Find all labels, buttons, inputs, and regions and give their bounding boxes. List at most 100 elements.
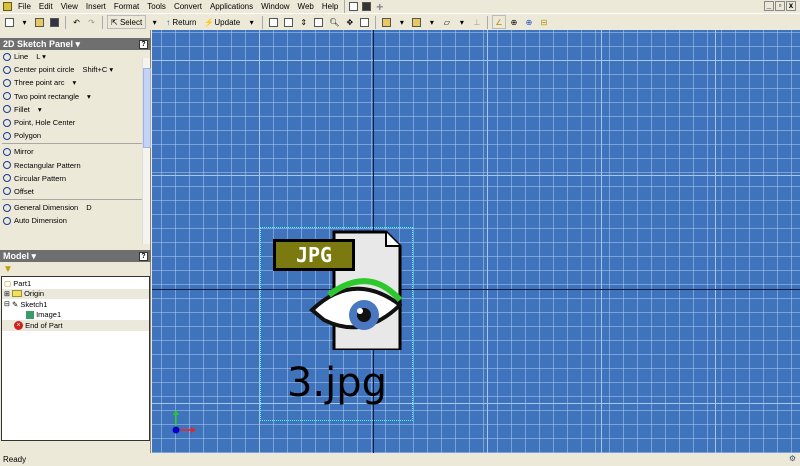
- redo-icon[interactable]: ↷: [85, 15, 98, 29]
- calculator-icon[interactable]: [360, 0, 373, 14]
- filter-icon[interactable]: ▼: [0, 262, 151, 276]
- status-bar: Ready ⚙: [0, 453, 800, 466]
- sketch-tool-circular-pattern[interactable]: Circular Pattern: [0, 172, 151, 185]
- divider: [2, 199, 143, 201]
- look-at-icon[interactable]: [358, 15, 371, 29]
- sketch-panel-header[interactable]: 2D Sketch Panel ▾?: [0, 38, 151, 50]
- close-button[interactable]: x: [786, 1, 796, 11]
- tool-shortcut: L ▾: [36, 52, 46, 62]
- menu-file[interactable]: File: [14, 2, 35, 11]
- shadow-icon[interactable]: ⊥: [470, 15, 483, 29]
- menu-format[interactable]: Format: [110, 2, 143, 11]
- shaded-dropdown-icon[interactable]: ▾: [425, 15, 438, 29]
- tool-icon: [3, 92, 11, 101]
- tree-item-end-of-part[interactable]: × End of Part: [2, 320, 149, 331]
- graphics-canvas[interactable]: JPG 3.jpg: [152, 30, 800, 453]
- tool-label: Two point rectangle: [14, 91, 80, 101]
- select-dropdown-icon[interactable]: ▾: [148, 15, 161, 29]
- sketch-tool-fillet[interactable]: Fillet ▾: [0, 103, 151, 116]
- select-button[interactable]: ⇱ Select: [107, 15, 147, 29]
- end-of-part-icon: ×: [14, 320, 23, 330]
- ground-dropdown-icon[interactable]: ▾: [455, 15, 468, 29]
- tool-label: Auto Dimension: [14, 216, 67, 226]
- menu-window[interactable]: Window: [257, 2, 293, 11]
- sketch-icon: ✎: [11, 299, 19, 309]
- menu-help[interactable]: Help: [318, 2, 342, 11]
- menu-edit[interactable]: Edit: [35, 2, 57, 11]
- dimension-display-icon[interactable]: ⊟: [538, 15, 551, 29]
- help-icon[interactable]: ?: [139, 39, 148, 49]
- menu-tools[interactable]: Tools: [143, 2, 170, 11]
- tool-shortcut: ▾: [87, 91, 91, 101]
- sketch-tool-three-point-arc[interactable]: Three point arc ▾: [0, 76, 151, 89]
- save-icon[interactable]: [48, 15, 61, 29]
- plus-icon[interactable]: +: [373, 0, 386, 14]
- zoom-selected-icon[interactable]: 🔍︎: [327, 15, 341, 29]
- image-caption: 3.jpg: [286, 360, 388, 406]
- sketch-constraint-icon[interactable]: ⊕: [508, 15, 521, 29]
- sketch-tool-point-hole-center[interactable]: Point, Hole Center: [0, 116, 151, 129]
- tree-item-origin[interactable]: ⊞ Origin: [2, 288, 149, 299]
- tool-label: Center point circle: [14, 65, 75, 75]
- tool-label: Fillet: [14, 104, 30, 114]
- tool-icon: [3, 78, 11, 87]
- update-dropdown-icon[interactable]: ▾: [245, 15, 258, 29]
- sketch-tool-two-point-rectangle[interactable]: Two point rectangle ▾: [0, 90, 151, 103]
- ground-plane-icon[interactable]: ▱: [440, 15, 453, 29]
- slice-graphics-icon[interactable]: ∠: [492, 15, 506, 29]
- menu-convert[interactable]: Convert: [170, 2, 206, 11]
- sketch-tool-general-dimension[interactable]: General Dimension D: [0, 201, 151, 214]
- tree-item-sketch1[interactable]: ⊟ ✎ Sketch1: [2, 299, 149, 310]
- display-dropdown-icon[interactable]: ▾: [395, 15, 408, 29]
- select-label: Select: [119, 17, 143, 27]
- menu-applications[interactable]: Applications: [206, 2, 257, 11]
- pan-icon[interactable]: [312, 15, 325, 29]
- tool-icon: [3, 161, 11, 170]
- tool-label: Three point arc: [14, 78, 65, 88]
- display-mode-icon[interactable]: [380, 15, 393, 29]
- sketch-tool-center-point-circle[interactable]: Center point circle Shift+C ▾: [0, 63, 151, 76]
- center-point-icon[interactable]: ⊕: [523, 15, 536, 29]
- undo-icon[interactable]: ↶: [70, 15, 83, 29]
- sketch-tool-polygon[interactable]: Polygon: [0, 129, 151, 142]
- tool-shortcut: ▾: [72, 78, 77, 88]
- menu-web[interactable]: Web: [294, 2, 318, 11]
- tool-icon: [3, 174, 11, 183]
- tool-icon: [3, 65, 11, 74]
- tool-label: Line: [14, 52, 29, 62]
- toolbar: ▾ ↶ ↷ ⇱ Select ▾ ↑ Return ⚡ Update ▾ ⇕ 🔍︎…: [0, 13, 800, 30]
- model-tree: ▢ Part1 ⊞ Origin ⊟ ✎ Sketch1 Image1 × En…: [1, 276, 150, 441]
- tool-icon: [3, 105, 11, 114]
- sketch-panel-scrollbar[interactable]: [142, 58, 151, 244]
- sketch-tool-mirror[interactable]: Mirror: [0, 145, 151, 158]
- tool-label: Point, Hole Center: [14, 118, 76, 128]
- update-button[interactable]: ⚡ Update: [201, 15, 243, 29]
- rotate-icon[interactable]: ✥: [343, 15, 356, 29]
- model-header[interactable]: Model ▾?: [0, 250, 151, 262]
- help-icon[interactable]: ?: [139, 251, 148, 261]
- image-icon: [26, 310, 34, 319]
- return-button[interactable]: ↑ Return: [163, 15, 199, 29]
- zoom-icon[interactable]: ⇕: [297, 15, 310, 29]
- sketch-tool-auto-dimension[interactable]: Auto Dimension: [0, 214, 151, 227]
- zoom-all-icon[interactable]: [267, 15, 280, 29]
- tool-label: General Dimension: [14, 203, 79, 213]
- left-panel: 2D Sketch Panel ▾? Line L ▾ Center point c…: [0, 30, 151, 453]
- tree-item-part1[interactable]: ▢ Part1: [2, 278, 149, 289]
- menu-bar: File Edit View Insert Format Tools Conve…: [0, 0, 800, 14]
- tree-item-image1[interactable]: Image1: [2, 310, 149, 321]
- open-icon[interactable]: [33, 15, 46, 29]
- help-icon[interactable]: [347, 0, 360, 14]
- restore-button[interactable]: ▫: [775, 1, 785, 11]
- sketch-tool-rectangular-pattern[interactable]: Rectangular Pattern: [0, 159, 151, 172]
- shaded-icon[interactable]: [410, 15, 423, 29]
- minimize-button[interactable]: _: [764, 1, 774, 11]
- new-icon[interactable]: [3, 15, 16, 29]
- dropdown-icon[interactable]: ▾: [18, 15, 31, 29]
- menu-view[interactable]: View: [57, 2, 82, 11]
- menu-insert[interactable]: Insert: [82, 2, 110, 11]
- status-icon: ⚙: [788, 454, 796, 463]
- sketch-tool-line[interactable]: Line L ▾: [0, 50, 151, 63]
- zoom-window-icon[interactable]: [282, 15, 295, 29]
- sketch-tool-offset[interactable]: Offset: [0, 185, 151, 198]
